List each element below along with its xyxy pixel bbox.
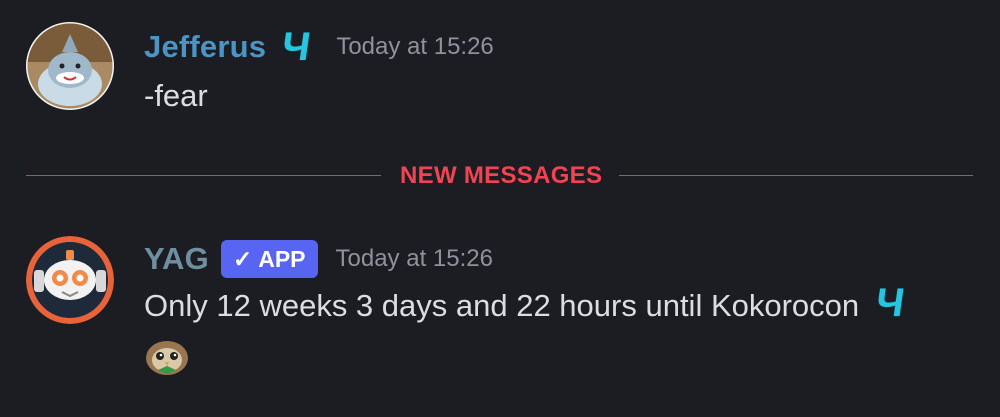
message-content: Only 12 weeks 3 days and 22 hours until … (144, 281, 907, 325)
new-messages-label: NEW MESSAGES (400, 162, 603, 189)
divider-line-left (26, 175, 381, 176)
timestamp[interactable]: Today at 15:26 (336, 245, 493, 273)
author-name[interactable]: YAG (144, 241, 209, 277)
owl-emoji-icon (144, 336, 190, 376)
role-icon[interactable]: Ч (873, 281, 907, 325)
shark-avatar-icon[interactable] (26, 22, 114, 110)
message-text: Only 12 weeks 3 days and 22 hours until … (144, 288, 860, 323)
divider-line-right (619, 175, 973, 176)
message-content: -fear (144, 78, 208, 113)
message-jefferus: Jefferus Ч Today at 15:26 -fear (0, 0, 1000, 130)
author-name[interactable]: Jefferus (144, 29, 266, 65)
new-messages-divider: NEW MESSAGES (26, 162, 973, 190)
timestamp[interactable]: Today at 15:26 (336, 33, 493, 61)
app-badge-label: APP (258, 245, 306, 272)
app-badge: ✓ APP (220, 240, 318, 278)
check-icon: ✓ (232, 245, 253, 272)
role-icon[interactable]: Ч (279, 25, 313, 69)
message-yag: YAG ✓ APP Today at 15:26 Only 12 weeks 3… (0, 200, 1000, 417)
robot-avatar-icon[interactable] (26, 236, 114, 324)
